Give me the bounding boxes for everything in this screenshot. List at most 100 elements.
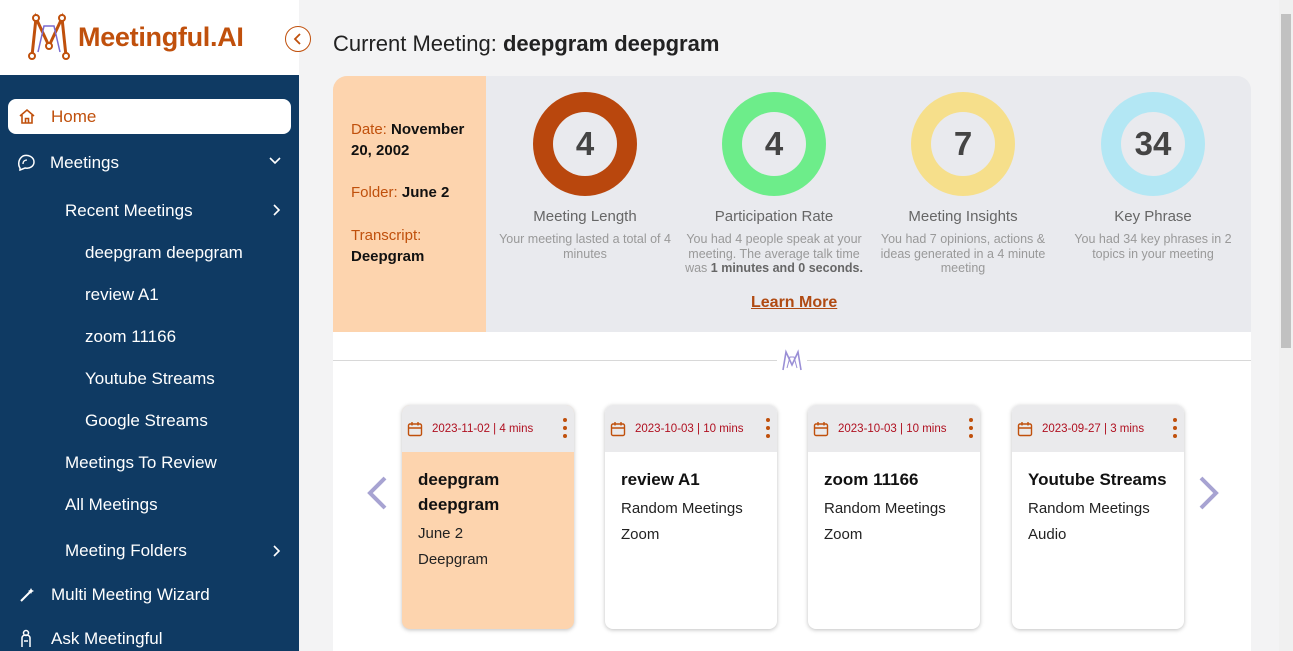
carousel-prev-arrow-icon[interactable] [365, 475, 389, 511]
meeting-card[interactable]: 2023-09-27 | 3 mins Youtube Streams Rand… [1012, 405, 1184, 629]
stat-value: 4 [764, 125, 784, 162]
meeting-date: Date: November 20, 2002 [351, 119, 476, 161]
meeting-transcript: Transcript: Deepgram [351, 225, 476, 267]
card-source: Deepgram [418, 551, 489, 568]
calendar-icon [1017, 422, 1033, 437]
nav-home-label: Home [51, 107, 97, 126]
more-options-icon[interactable] [969, 418, 973, 442]
card-title: zoom 11166 [824, 470, 919, 489]
collapse-sidebar-button[interactable] [285, 26, 311, 52]
chevron-left-icon [293, 33, 301, 45]
stat-description-bold: 1 minutes and 0 seconds. [710, 261, 863, 275]
recent-meeting-item[interactable]: Google Streams [85, 411, 208, 431]
meetings-icon [18, 154, 35, 172]
nav-recent-meetings[interactable]: Recent Meetings [65, 201, 193, 221]
stat-value: 7 [953, 125, 973, 162]
card-source: Zoom [824, 526, 863, 543]
card-date: 2023-10-03 | 10 mins [838, 423, 947, 435]
card-folder: Random Meetings [621, 500, 743, 517]
date-label: Date: [351, 121, 387, 138]
stat-value: 4 [575, 125, 595, 162]
stat-title: Meeting Length [533, 208, 637, 225]
page-title: Current Meeting: deepgram deepgram [333, 31, 719, 57]
folder-label: Folder: [351, 184, 398, 201]
page-title-prefix: Current Meeting: [333, 31, 497, 56]
stat-ring: 34 [1101, 92, 1205, 196]
meeting-card[interactable]: 2023-11-02 | 4 mins deepgram deepgram Ju… [402, 405, 574, 629]
recent-meeting-item[interactable]: review A1 [85, 285, 159, 305]
recent-meeting-item[interactable]: zoom 11166 [85, 327, 176, 347]
card-folder: June 2 [418, 525, 464, 542]
nav-all-meetings[interactable]: All Meetings [65, 495, 158, 515]
transcript-value: Deepgram [351, 248, 425, 265]
recent-meeting-item[interactable]: Youtube Streams [85, 369, 215, 389]
stat-meeting-insights: 7 Meeting Insights You had 7 opinions, a… [873, 92, 1053, 276]
card-date: 2023-09-27 | 3 mins [1042, 423, 1145, 435]
meeting-card[interactable]: 2023-10-03 | 10 mins zoom 11166 Random M… [808, 405, 980, 629]
chevron-right-icon[interactable] [273, 545, 281, 557]
meetingful-logo-icon [777, 348, 807, 374]
card-source: Audio [1028, 526, 1067, 543]
vertical-scrollbar[interactable] [1279, 0, 1293, 651]
stat-meeting-length: 4 Meeting Length Your meeting lasted a t… [495, 92, 675, 261]
meeting-folder: Folder: June 2 [351, 182, 476, 203]
calendar-icon [407, 422, 423, 437]
folder-value: June 2 [401, 184, 450, 201]
recent-meetings-section: 2023-11-02 | 4 mins deepgram deepgram Ju… [333, 332, 1251, 651]
transcript-label: Transcript: [351, 227, 422, 244]
chevron-right-icon[interactable] [273, 204, 281, 216]
more-options-icon[interactable] [766, 418, 770, 442]
card-folder: Random Meetings [1028, 500, 1150, 517]
carousel-next-arrow-icon[interactable] [1197, 475, 1221, 511]
sidebar: Meetingful.AI Home Meetings Recent Meeti… [0, 0, 299, 651]
nav-multi-meeting-wizard[interactable]: Multi Meeting Wizard [51, 585, 210, 605]
stat-key-phrase: 34 Key Phrase You had 34 key phrases in … [1063, 92, 1243, 261]
card-title: deepgram deepgram [418, 470, 500, 514]
nav-meetings[interactable]: Meetings [50, 153, 119, 173]
card-date: 2023-10-03 | 10 mins [635, 423, 744, 435]
stat-participation-rate: 4 Participation Rate You had 4 people sp… [684, 92, 864, 276]
more-options-icon[interactable] [563, 418, 567, 442]
stat-description: Your meeting lasted a total of 4 minutes [499, 232, 671, 261]
current-meeting-name: deepgram deepgram [502, 31, 720, 56]
card-header: 2023-10-03 | 10 mins [808, 405, 980, 452]
stat-description: You had 34 key phrases in 2 topics in yo… [1074, 232, 1232, 261]
meeting-info: Date: November 20, 2002 Folder: June 2 T… [333, 76, 486, 332]
calendar-icon [610, 422, 626, 437]
stat-title: Participation Rate [714, 208, 834, 225]
recent-meeting-item[interactable]: deepgram deepgram [85, 243, 243, 263]
stat-value: 34 [1134, 125, 1172, 162]
magic-wand-icon [20, 588, 34, 602]
card-date: 2023-11-02 | 4 mins [432, 423, 534, 435]
stat-ring: 4 [533, 92, 637, 196]
meetingful-logo-icon [28, 12, 70, 60]
stat-title: Meeting Insights [908, 208, 1018, 225]
nav-meeting-folders[interactable]: Meeting Folders [65, 541, 187, 561]
logo-area: Meetingful.AI [0, 0, 299, 75]
nav-home[interactable]: Home [8, 99, 291, 134]
meeting-card[interactable]: 2023-10-03 | 10 mins review A1 Random Me… [605, 405, 777, 629]
chevron-down-icon[interactable] [269, 157, 281, 165]
stat-ring: 4 [722, 92, 826, 196]
home-icon [19, 108, 35, 124]
stat-description: You had 7 opinions, actions & ideas gene… [880, 232, 1046, 275]
card-header: 2023-09-27 | 3 mins [1012, 405, 1184, 452]
card-title: Youtube Streams [1028, 470, 1167, 489]
stat-ring: 7 [911, 92, 1015, 196]
calendar-icon [813, 422, 829, 437]
scrollbar-thumb[interactable] [1281, 14, 1291, 348]
nav-ask-meetingful[interactable]: Ask Meetingful [51, 629, 163, 649]
ask-icon [21, 629, 31, 647]
card-source: Zoom [621, 526, 660, 543]
learn-more-link[interactable]: Learn More [751, 294, 837, 312]
nav-meetings-to-review[interactable]: Meetings To Review [65, 453, 217, 473]
stat-title: Key Phrase [1114, 208, 1192, 225]
card-title: review A1 [621, 470, 700, 489]
meeting-summary-panel: Date: November 20, 2002 Folder: June 2 T… [333, 76, 1251, 332]
more-options-icon[interactable] [1173, 418, 1177, 442]
card-header: 2023-11-02 | 4 mins [402, 405, 574, 452]
card-header: 2023-10-03 | 10 mins [605, 405, 777, 452]
stat-description: You had 4 people speak at your meeting. … [684, 232, 864, 276]
card-folder: Random Meetings [824, 500, 946, 517]
brand-name: Meetingful.AI [78, 22, 244, 52]
